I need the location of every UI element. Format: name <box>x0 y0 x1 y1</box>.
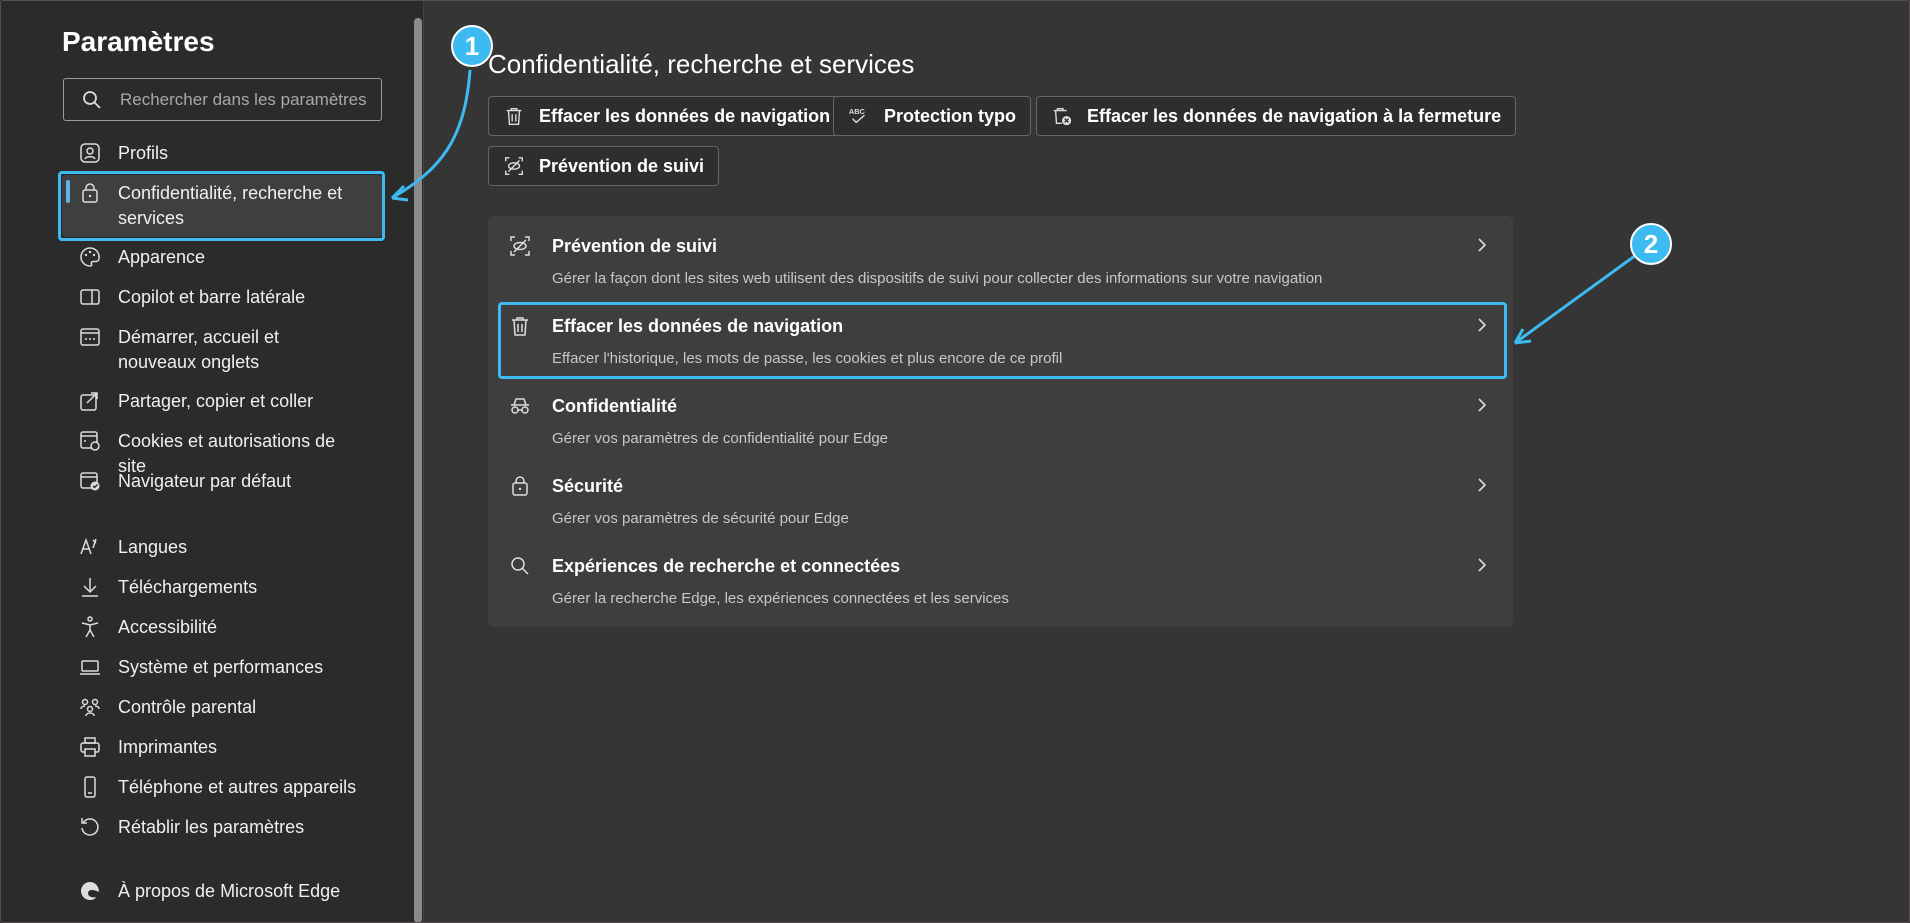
chip-label: Protection typo <box>884 105 1017 126</box>
settings-title: Paramètres <box>62 26 215 57</box>
lock-icon <box>512 476 528 496</box>
spellcheck-icon: ABC <box>849 107 866 124</box>
sidebar-item-profils[interactable]: Profils <box>62 141 382 166</box>
sidebar-item-label: Rétablir les paramètres <box>118 817 305 837</box>
share-icon <box>80 392 98 411</box>
sidebar-item-label: Téléphone et autres appareils <box>118 777 357 797</box>
sidebar-item-systeme[interactable]: Système et performances <box>62 655 382 680</box>
row-description: Gérer vos paramètres de sécurité pour Ed… <box>552 510 849 527</box>
sidebar-item-copilot[interactable]: Copilot et barre latérale <box>62 285 382 310</box>
sidebar-item-controle-parental[interactable]: Contrôle parental <box>62 695 382 720</box>
edge-logo-icon <box>81 882 99 900</box>
sidebar-item-label: Navigateur par défaut <box>118 471 292 491</box>
svg-text:ABC: ABC <box>849 107 866 116</box>
sidebar-item-label: Accessibilité <box>118 617 218 637</box>
sidebar-item-apparence[interactable]: Apparence <box>62 245 382 270</box>
sidebar-item-partager[interactable]: Partager, copier et coller <box>62 389 382 414</box>
row-title: Sécurité <box>552 476 624 496</box>
sidebar-item-label: Système et performances <box>118 657 324 677</box>
sidebar-item-telechargements[interactable]: Téléchargements <box>62 575 382 600</box>
sidebar-item-label: Apparence <box>118 247 206 267</box>
incognito-icon <box>511 398 529 414</box>
cookies-icon <box>80 431 100 451</box>
start-page-icon <box>80 328 100 346</box>
reset-icon <box>81 818 99 836</box>
chip-effacer-donnees[interactable]: Effacer les données de navigation <box>488 96 846 136</box>
sidebar-item-label: Partager, copier et coller <box>118 391 314 411</box>
sidebar-item-langues[interactable]: Langues <box>62 535 382 560</box>
row-title: Prévention de suivi <box>552 236 718 256</box>
accessibility-icon <box>81 616 99 638</box>
chip-label: Prévention de suivi <box>539 155 705 176</box>
sidebar-item-accessibilite[interactable]: Accessibilité <box>62 615 382 640</box>
row-prevention-suivi[interactable]: Prévention de suivi Gérer la façon dont … <box>488 216 1513 296</box>
settings-search-box[interactable] <box>63 78 382 121</box>
annotation-badge-1: 1 <box>451 25 493 67</box>
sidebar-item-telephone[interactable]: Téléphone et autres appareils <box>62 775 382 800</box>
palette-icon <box>80 247 100 267</box>
page-title: Confidentialité, recherche et services <box>488 49 915 79</box>
chip-label: Effacer les données de navigation <box>539 105 831 126</box>
languages-icon <box>80 537 97 555</box>
sidebar-item-label: Copilot et barre latérale <box>118 287 306 307</box>
highlight-box-2 <box>498 302 1507 379</box>
chevron-right-icon <box>1478 398 1487 412</box>
highlight-box-1 <box>58 171 385 241</box>
row-description: Gérer la recherche Edge, les expériences… <box>552 590 1009 607</box>
tracking-icon <box>510 236 530 256</box>
search-icon <box>511 557 529 575</box>
sidebar-item-label: Contrôle parental <box>118 697 257 717</box>
sidebar-item-retablir[interactable]: Rétablir les paramètres <box>62 815 382 840</box>
row-title: Expériences de recherche et connectées <box>552 556 901 576</box>
row-description: Gérer vos paramètres de confidentialité … <box>552 430 889 447</box>
chip-effacer-fermeture[interactable]: Effacer les données de navigation à la f… <box>1036 96 1517 136</box>
sidebar-item-navigateur-defaut[interactable]: Navigateur par défaut <box>62 469 382 494</box>
download-icon <box>82 578 98 597</box>
sidebar-item-label: Téléchargements <box>118 577 258 597</box>
annotation-badge-2: 2 <box>1630 223 1672 265</box>
chip-label: Effacer les données de navigation à la f… <box>1087 105 1502 126</box>
trash-clock-icon <box>1053 107 1072 126</box>
chip-protection-typo[interactable]: ABC Protection typo <box>833 96 1032 136</box>
printer-icon <box>80 737 100 757</box>
row-experiences-recherche[interactable]: Expériences de recherche et connectées G… <box>488 536 1513 616</box>
row-securite[interactable]: Sécurité Gérer vos paramètres de sécurit… <box>488 456 1513 536</box>
chip-prevention-suivi[interactable]: Prévention de suivi <box>488 146 720 186</box>
sidebar-icon <box>80 289 100 305</box>
sidebar-item-a-propos[interactable]: À propos de Microsoft Edge <box>62 879 382 904</box>
sidebar-item-label: Profils <box>118 143 169 163</box>
search-icon <box>83 90 101 109</box>
chevron-right-icon <box>1478 558 1487 572</box>
sidebar-item-demarrer[interactable]: Démarrer, accueil et nouveaux onglets <box>62 325 382 375</box>
sidebar-item-label: Imprimantes <box>118 737 218 757</box>
laptop-icon <box>80 660 100 675</box>
settings-sidebar: Paramètres Profils Confidentialité, rech… <box>0 0 424 923</box>
row-title: Confidentialité <box>552 396 677 416</box>
sidebar-item-imprimantes[interactable]: Imprimantes <box>62 735 382 760</box>
sidebar-scrollbar[interactable] <box>414 18 422 923</box>
settings-card: Prévention de suivi Gérer la façon dont … <box>488 216 1513 627</box>
trash-icon <box>506 107 522 125</box>
profile-icon <box>80 143 100 163</box>
chevron-right-icon <box>1478 478 1487 492</box>
phone-icon <box>84 776 96 798</box>
family-icon <box>80 698 100 717</box>
row-description: Gérer la façon dont les sites web utilis… <box>552 270 1323 287</box>
chevron-right-icon <box>1478 238 1487 252</box>
default-browser-icon <box>80 472 100 491</box>
search-input[interactable] <box>120 89 380 110</box>
row-confidentialite[interactable]: Confidentialité Gérer vos paramètres de … <box>488 376 1513 456</box>
sidebar-item-label: À propos de Microsoft Edge <box>118 881 341 901</box>
tracking-icon <box>505 157 523 175</box>
sidebar-item-label: Langues <box>118 537 188 557</box>
sidebar-item-label: Démarrer, accueil et nouveaux onglets <box>118 327 280 372</box>
